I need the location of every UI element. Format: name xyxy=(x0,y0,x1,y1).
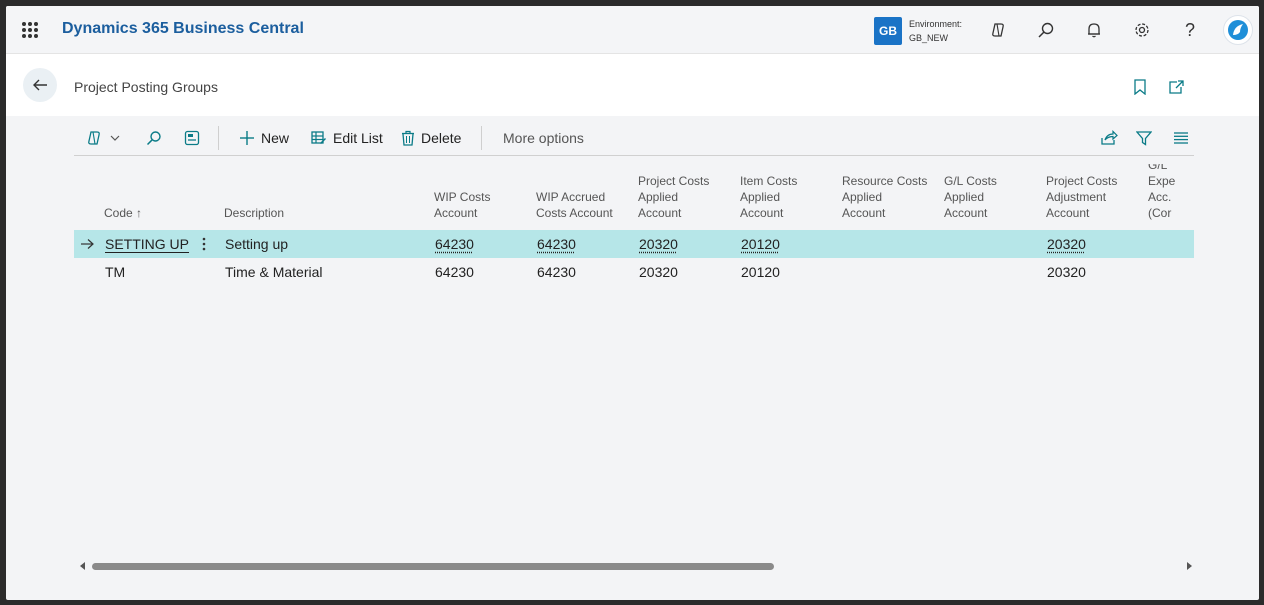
list-icon xyxy=(1174,132,1188,144)
cell-item-costs-applied-account[interactable]: 20120 xyxy=(741,236,780,252)
page-title: Project Posting Groups xyxy=(74,79,218,95)
column-header-gl-expense-account[interactable]: G/L Expe Acc. (Cor xyxy=(1148,164,1194,228)
table-row[interactable]: SETTING UP Setting up 64230 64230 20320 … xyxy=(74,230,1194,258)
top-bar: Dynamics 365 Business Central GB Environ… xyxy=(6,6,1259,54)
column-header-gl-costs-applied-account[interactable]: G/L Costs Applied Account xyxy=(944,164,997,228)
column-header-resource-costs-applied-account[interactable]: Resource Costs Applied Account xyxy=(842,164,927,228)
chevron-down-icon xyxy=(110,135,120,141)
row-indicator-arrow-icon xyxy=(81,239,94,249)
cell-wip-accrued-costs-account[interactable]: 64230 xyxy=(537,264,576,280)
environment-label: Environment: xyxy=(909,19,963,29)
page-header: Project Posting Groups xyxy=(6,54,1259,116)
search-icon[interactable] xyxy=(1035,19,1057,41)
cell-project-costs-adjustment-account[interactable]: 20320 xyxy=(1047,236,1086,252)
search-icon xyxy=(146,131,161,146)
scroll-left-arrow-icon[interactable] xyxy=(80,562,85,570)
environment-name: GB_NEW xyxy=(909,33,949,43)
action-separator xyxy=(218,126,219,150)
cell-wip-costs-account[interactable]: 64230 xyxy=(435,236,474,252)
open-new-window-icon[interactable] xyxy=(1166,77,1186,97)
cell-code[interactable]: TM xyxy=(105,264,125,280)
cell-wip-costs-account[interactable]: 64230 xyxy=(435,264,474,280)
back-button[interactable] xyxy=(23,68,57,102)
edit-list-button[interactable]: Edit List xyxy=(311,128,383,148)
filter-icon xyxy=(1136,131,1152,146)
bell-icon[interactable] xyxy=(1083,19,1105,41)
copilot-icon xyxy=(88,131,100,145)
app-launcher-icon[interactable] xyxy=(22,22,38,38)
more-options-button[interactable]: More options xyxy=(503,128,584,148)
new-button[interactable]: New xyxy=(239,128,289,148)
screenshot-frame: Dynamics 365 Business Central GB Environ… xyxy=(0,0,1264,605)
plus-icon xyxy=(240,131,254,145)
table-row[interactable]: TM Time & Material 64230 64230 20320 201… xyxy=(74,258,1194,284)
cell-description[interactable]: Setting up xyxy=(225,236,288,252)
environment-badge[interactable]: GB xyxy=(874,17,902,45)
cell-project-costs-applied-account[interactable]: 20320 xyxy=(639,264,678,280)
edit-list-button-label: Edit List xyxy=(333,130,383,146)
copilot-icon[interactable] xyxy=(987,19,1009,41)
scroll-right-arrow-icon[interactable] xyxy=(1187,562,1192,570)
gear-icon[interactable] xyxy=(1131,19,1153,41)
environment-info[interactable]: Environment: GB_NEW xyxy=(909,17,962,45)
layout-icon xyxy=(184,130,200,146)
delete-button-label: Delete xyxy=(421,130,462,146)
cell-item-costs-applied-account[interactable]: 20120 xyxy=(741,264,780,280)
cell-project-costs-applied-account[interactable]: 20320 xyxy=(639,236,678,252)
column-header-project-costs-adjustment-account[interactable]: Project Costs Adjustment Account xyxy=(1046,164,1117,228)
trash-icon xyxy=(402,130,414,146)
user-avatar[interactable] xyxy=(1223,15,1253,45)
delete-button[interactable]: Delete xyxy=(401,128,461,148)
search-button[interactable] xyxy=(146,128,168,148)
cell-project-costs-adjustment-account[interactable]: 20320 xyxy=(1047,264,1086,280)
list-view-button[interactable] xyxy=(1173,128,1195,148)
filter-button[interactable] xyxy=(1136,128,1158,148)
column-header-wip-costs-account[interactable]: WIP Costs Account xyxy=(434,164,490,228)
cell-wip-accrued-costs-account[interactable]: 64230 xyxy=(537,236,576,252)
column-header-item-costs-applied-account[interactable]: Item Costs Applied Account xyxy=(740,164,797,228)
app-title[interactable]: Dynamics 365 Business Central xyxy=(62,20,304,38)
arrow-left-icon xyxy=(33,79,47,91)
column-header-project-costs-applied-account[interactable]: Project Costs Applied Account xyxy=(638,164,709,228)
app-window: Dynamics 365 Business Central GB Environ… xyxy=(6,6,1259,600)
view-layout-button[interactable] xyxy=(184,128,206,148)
cell-description[interactable]: Time & Material xyxy=(225,264,323,280)
share-button[interactable] xyxy=(1100,128,1124,148)
row-actions-menu-icon[interactable] xyxy=(202,237,206,251)
horizontal-scrollbar[interactable] xyxy=(78,560,1194,572)
more-options-label: More options xyxy=(503,130,584,146)
scrollbar-thumb[interactable] xyxy=(92,563,774,570)
action-bar: New Edit List Delete More options xyxy=(74,120,1194,156)
data-grid: Code ↑ Description WIP Costs Account WIP… xyxy=(74,164,1194,284)
share-icon xyxy=(1101,130,1118,145)
cell-code[interactable]: SETTING UP xyxy=(105,236,189,252)
new-button-label: New xyxy=(261,130,290,146)
bookmark-icon[interactable] xyxy=(1130,77,1150,97)
action-separator xyxy=(481,126,482,150)
column-header-code[interactable]: Code ↑ xyxy=(104,164,142,228)
column-header-description[interactable]: Description xyxy=(224,164,284,228)
edit-list-icon xyxy=(311,131,326,144)
help-icon[interactable]: ? xyxy=(1179,19,1201,41)
copilot-menu-button[interactable] xyxy=(86,128,126,148)
column-header-wip-accrued-costs-account[interactable]: WIP Accrued Costs Account xyxy=(536,164,613,228)
